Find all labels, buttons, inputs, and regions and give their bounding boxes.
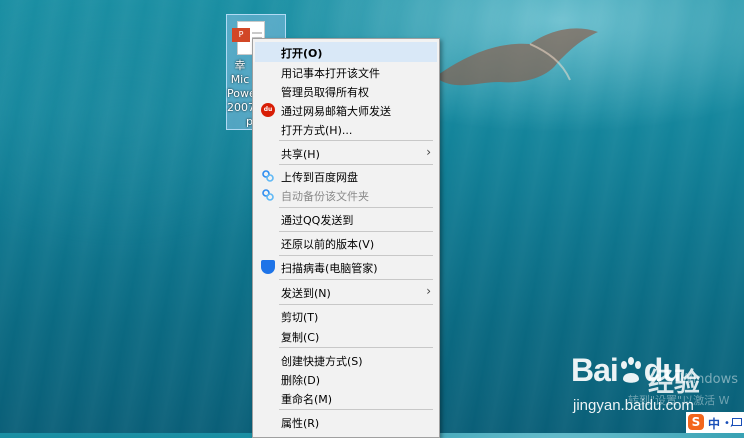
mermaid-tail-graphic: [435, 28, 598, 86]
caption-line: Mic: [230, 73, 250, 86]
menu-item-label: 打开方式(H)...: [281, 124, 353, 137]
caption-line: 幸: [234, 59, 246, 72]
baidu-logo-text: Bai: [571, 352, 619, 388]
menu-item-scan-virus[interactable]: 扫描病毒(电脑管家): [255, 257, 437, 277]
menu-separator: [279, 164, 433, 165]
menu-item-label: 通过QQ发送到: [281, 214, 354, 227]
menu-item-rename[interactable]: 重命名(M): [255, 388, 437, 408]
menu-separator: [279, 231, 433, 232]
menu-item-send-to[interactable]: 发送到(N) ›: [255, 282, 437, 302]
menu-item-label: 创建快捷方式(S): [281, 355, 363, 368]
menu-separator: [279, 255, 433, 256]
menu-item-cut[interactable]: 剪切(T): [255, 306, 437, 326]
ime-mode-toggle[interactable]: 中: [708, 415, 720, 432]
menu-item-open-with[interactable]: 打开方式(H)...: [255, 119, 437, 139]
menu-item-send-qq[interactable]: 通过QQ发送到: [255, 209, 437, 229]
menu-item-label: 删除(D): [281, 374, 321, 387]
context-menu: 打开(O) 用记事本打开该文件 管理员取得所有权 du 通过网易邮箱大师发送 打…: [252, 38, 440, 438]
submenu-arrow-icon: ›: [426, 284, 431, 298]
menu-item-label: 上传到百度网盘: [281, 171, 358, 184]
menu-separator: [279, 347, 433, 348]
paw-icon: [618, 352, 644, 389]
menu-item-share[interactable]: 共享(H) ›: [255, 143, 437, 163]
menu-item-send-via-mail-master[interactable]: du 通过网易邮箱大师发送: [255, 100, 437, 120]
menu-item-label: 剪切(T): [281, 311, 319, 324]
menu-item-properties[interactable]: 属性(R): [255, 412, 437, 432]
menu-item-take-ownership[interactable]: 管理员取得所有权: [255, 81, 437, 101]
menu-item-label: 用记事本打开该文件: [281, 67, 380, 80]
menu-item-upload-baidu[interactable]: 上传到百度网盘: [255, 166, 437, 186]
menu-item-auto-backup[interactable]: 自动备份该文件夹: [255, 185, 437, 205]
menu-separator: [279, 279, 433, 280]
baidu-netdisk-icon: [262, 189, 274, 201]
menu-separator: [279, 304, 433, 305]
menu-item-label: 管理员取得所有权: [281, 86, 369, 99]
menu-item-copy[interactable]: 复制(C): [255, 326, 437, 346]
shield-icon: [261, 260, 275, 274]
menu-item-open[interactable]: 打开(O): [255, 42, 437, 62]
menu-item-restore-versions[interactable]: 还原以前的版本(V): [255, 233, 437, 253]
desktop-icon-caption: 幸 Mic Powe 2007 p: [227, 59, 256, 129]
caption-line: p: [246, 115, 253, 128]
watermark-url: jingyan.baidu.com: [573, 397, 694, 414]
netease-mail-icon: du: [261, 103, 275, 117]
ime-toolbar[interactable]: S 中 •,: [686, 412, 744, 433]
menu-item-label: 通过网易邮箱大师发送: [281, 105, 391, 118]
menu-item-label: 重命名(M): [281, 393, 333, 406]
menu-item-label: 打开(O): [281, 47, 323, 60]
menu-item-label: 共享(H): [281, 148, 320, 161]
menu-item-open-notepad[interactable]: 用记事本打开该文件: [255, 62, 437, 82]
submenu-arrow-icon: ›: [426, 145, 431, 159]
powerpoint-badge: P: [232, 28, 250, 42]
menu-item-label: 属性(R): [281, 417, 320, 430]
sogou-ime-icon[interactable]: S: [688, 414, 704, 430]
keyboard-icon[interactable]: [732, 418, 742, 426]
menu-item-label: 发送到(N): [281, 287, 331, 300]
caption-line: 2007: [227, 101, 255, 114]
menu-item-label: 自动备份该文件夹: [281, 190, 369, 203]
caption-line: Powe: [227, 87, 256, 100]
menu-item-label: 还原以前的版本(V): [281, 238, 375, 251]
menu-separator: [279, 140, 433, 141]
menu-item-label: 复制(C): [281, 331, 320, 344]
menu-item-create-shortcut[interactable]: 创建快捷方式(S): [255, 350, 437, 370]
baidu-netdisk-icon: [262, 170, 274, 182]
menu-item-delete[interactable]: 删除(D): [255, 369, 437, 389]
jingyan-text: 经验: [648, 368, 701, 398]
menu-item-label: 扫描病毒(电脑管家): [281, 262, 378, 275]
menu-separator: [279, 409, 433, 410]
menu-separator: [279, 207, 433, 208]
